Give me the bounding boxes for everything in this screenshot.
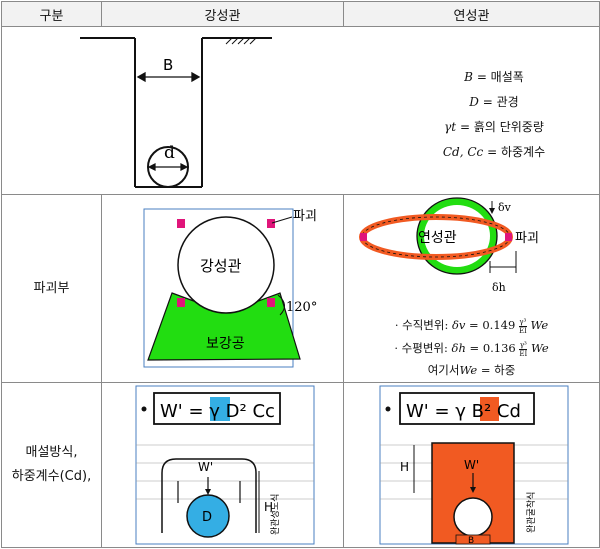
flexible-depth-label: H — [400, 460, 409, 474]
failure-label: 파괴 — [515, 231, 539, 246]
failure-point — [505, 233, 512, 241]
comparison-table: 구분 강성관 연성관 B d B = 매설폭 D = 관경 γt = 흙의 단위… — [1, 1, 600, 548]
pipe-diameter-label: d — [164, 143, 175, 163]
rigid-method-label: 완관성도식 — [270, 494, 281, 535]
row-label-failure: 파괴부 — [1, 194, 102, 383]
header-category: 구분 — [1, 1, 102, 27]
flexible-trench-width: B — [468, 536, 474, 546]
bedding-label: 보강공 — [206, 336, 245, 352]
header-flexible-pipe: 연성관 — [343, 1, 600, 27]
rigid-failure-diagram: 파괴 강성관 120° 보강공 — [143, 208, 317, 368]
header-rigid-pipe: 강성관 — [101, 1, 344, 27]
rigid-failure-cell: 파괴 강성관 120° 보강공 — [101, 194, 344, 383]
flexible-installation-cell: W' = γ B² Cd W' B H 완관굴착식 — [343, 382, 600, 548]
trench-width-label: B — [163, 56, 173, 74]
rigid-pipe-label: 강성관 — [200, 257, 242, 275]
legend-item: γt = 흙의 단위중량 — [444, 120, 544, 134]
load-definition: 여기서We = 하중 — [427, 363, 516, 377]
vertical-deflection-formula: · 수직변위: δv = 0.149 γ³ EI We — [394, 317, 549, 335]
trench-definition-cell: B d B = 매설폭 D = 관경 γt = 흙의 단위중량 Cd, Cc =… — [1, 26, 600, 195]
legend-item: Cd, Cc = 하중계수 — [442, 145, 546, 159]
flexible-pipe-circle — [453, 497, 493, 537]
rigid-installation-cell: W' = γ D² Cc W' D H 완관성도식 — [101, 382, 344, 548]
legend-item: D = 관경 — [469, 95, 519, 109]
failure-point — [360, 233, 367, 241]
flexible-failure-cell: 연성관 파괴 δv δh · 수직변위: δv = 0.149 γ³EI We — [343, 194, 600, 383]
row-label-installation: 매설방식, 하중계수(Cd), — [1, 382, 102, 548]
rigid-fill-load: W' — [198, 460, 213, 474]
failure-point — [267, 298, 275, 307]
rigid-pipe-diameter: D — [202, 510, 212, 525]
angle-label: 120° — [286, 300, 317, 315]
flexible-pipe-label: 연성관 — [418, 230, 457, 246]
flexible-load-formula: W' = γ B² Cd — [406, 401, 521, 422]
symbol-legend: B = 매설폭 D = 관경 γt = 흙의 단위중량 Cd, Cc = 하중계… — [419, 65, 569, 165]
failure-point — [267, 219, 275, 228]
horizontal-deflection-formula: · 수평변위: δh = 0.136 γ³ EI We — [394, 340, 549, 358]
flexible-fill-load: W' — [464, 458, 479, 472]
horizontal-deflection-label: δh — [492, 281, 506, 294]
vertical-deflection-label: δv — [498, 201, 512, 214]
flexible-installation-diagram: W' = γ B² Cd W' B H 완관굴착식 — [379, 385, 569, 546]
rigid-load-formula: W' = γ D² Cc — [160, 401, 275, 422]
failure-point — [177, 298, 185, 307]
flexible-method-label: 완관굴착식 — [526, 492, 537, 533]
legend-item: B = 매설폭 — [464, 70, 524, 84]
rigid-installation-diagram: W' = γ D² Cc W' D H 완관성도식 — [135, 385, 315, 545]
failure-point — [177, 219, 185, 228]
flexible-failure-diagram: 연성관 파괴 δv δh — [359, 197, 539, 294]
failure-label: 파괴 — [293, 209, 317, 224]
